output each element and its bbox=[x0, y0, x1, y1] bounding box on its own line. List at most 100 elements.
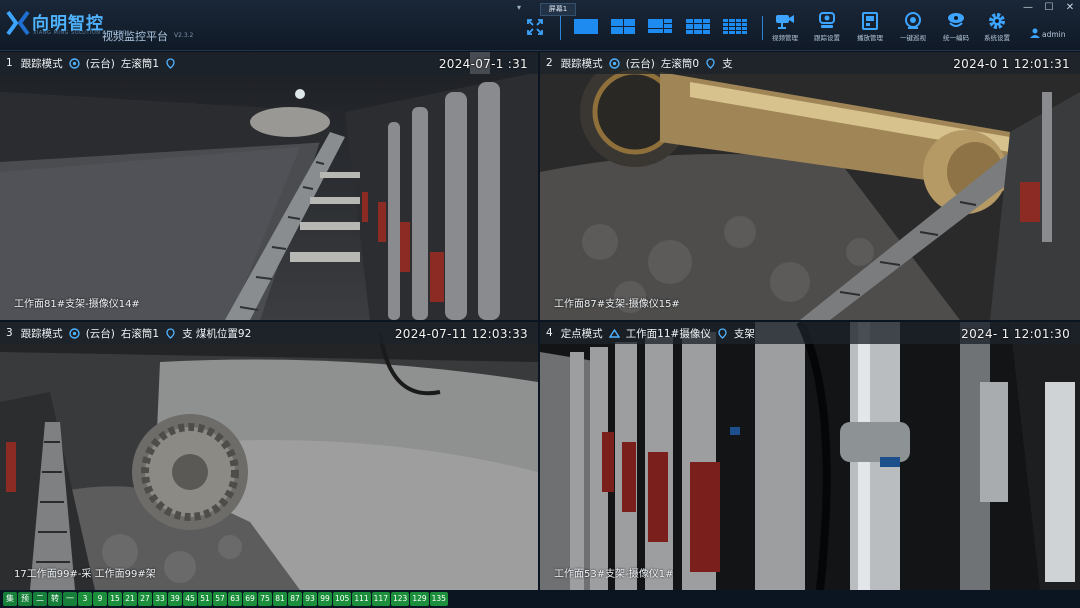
pane-number: 2 bbox=[546, 57, 553, 69]
pane-camera-name: 左滚筒0 bbox=[660, 57, 700, 70]
screen-dropdown[interactable]: ▾ bbox=[506, 2, 532, 14]
preset-chip[interactable]: 3 bbox=[78, 592, 92, 606]
pane-timestamp: 2024-0 1 12:01:31 bbox=[953, 57, 1070, 71]
preset-chip[interactable]: 27 bbox=[138, 592, 152, 606]
ptz-icon[interactable] bbox=[608, 57, 620, 69]
minimize-button[interactable]: — bbox=[1020, 2, 1036, 14]
maximize-button[interactable]: ☐ bbox=[1041, 2, 1057, 14]
layout-9-button[interactable] bbox=[686, 19, 710, 34]
layout-6-button[interactable] bbox=[648, 19, 672, 34]
tab-screen-1[interactable]: 屏幕1 bbox=[540, 3, 576, 16]
tracking-icon bbox=[819, 12, 835, 28]
preset-chip[interactable]: 81 bbox=[273, 592, 287, 606]
video-pane-3[interactable]: 3 跟踪模式 (云台) 右滚筒1 支 煤机位置92 2024-07-11 12:… bbox=[0, 322, 538, 590]
preset-chip[interactable]: 135 bbox=[429, 592, 448, 606]
preset-chip[interactable]: 15 bbox=[108, 592, 122, 606]
pane-ptz: (云台) bbox=[625, 57, 655, 70]
pane-number: 3 bbox=[6, 327, 13, 339]
pane-caption: 工作面87#支架-摄像仪15# bbox=[554, 299, 680, 310]
preset-chip[interactable]: 39 bbox=[168, 592, 182, 606]
tool-label: 统一编码 bbox=[943, 34, 969, 42]
preset-chip[interactable]: 111 bbox=[352, 592, 371, 606]
pane-timestamp: 2024-07-1 :31 bbox=[438, 57, 528, 71]
video-pane-1[interactable]: 1 跟踪模式 (云台) 左滚筒1 2024-07-1 :31 工作面81#支架-… bbox=[0, 52, 538, 320]
preset-chip[interactable]: 93 bbox=[303, 592, 317, 606]
pane-location: 支架 bbox=[733, 327, 755, 340]
preset-chip[interactable]: 51 bbox=[198, 592, 212, 606]
top-bar: 向明智控 XIANG MING SOLUTION CONTROL 视频监控平台 … bbox=[0, 0, 1080, 51]
version-label: V2.3.2 bbox=[174, 32, 194, 39]
pane-mode: 定点模式 bbox=[560, 327, 603, 340]
preset-chip[interactable]: 45 bbox=[183, 592, 197, 606]
current-user[interactable]: admin bbox=[1042, 30, 1066, 39]
pane-location: 支 bbox=[722, 57, 733, 70]
pane-ptz: (云台) bbox=[85, 57, 115, 70]
location-pin-icon bbox=[166, 327, 175, 339]
video-feed bbox=[540, 52, 1080, 320]
playback-manage-button[interactable]: 播放管理 bbox=[853, 12, 887, 46]
pane-camera-name: 工作面11#摄像仪 bbox=[625, 327, 711, 340]
pane-timestamp: 2024-07-11 12:03:33 bbox=[394, 327, 528, 341]
preset-chip[interactable]: 69 bbox=[243, 592, 257, 606]
pane-caption: 工作面53#支架-摄像仪1# bbox=[554, 569, 674, 580]
layout-4-button[interactable] bbox=[611, 19, 635, 34]
preset-chip[interactable]: 87 bbox=[288, 592, 302, 606]
pane-camera-name: 左滚筒1 bbox=[120, 57, 160, 70]
video-pane-4[interactable]: 4 定点模式 工作面11#摄像仪 支架 2024- 1 12:01:30 工作面… bbox=[540, 322, 1080, 590]
video-feed bbox=[0, 52, 538, 320]
pane-location: 支 煤机位置92 bbox=[182, 327, 252, 340]
fullscreen-icon[interactable] bbox=[526, 18, 544, 36]
ptz-icon[interactable] bbox=[68, 327, 80, 339]
preset-chip[interactable]: 转 bbox=[48, 592, 62, 606]
layout-16-button[interactable] bbox=[723, 19, 747, 34]
tool-label: 跟踪设置 bbox=[814, 34, 840, 42]
video-manage-button[interactable]: 视频管理 bbox=[768, 12, 802, 46]
preset-chip[interactable]: 集 bbox=[3, 592, 17, 606]
preset-chip[interactable]: 75 bbox=[258, 592, 272, 606]
video-feed bbox=[0, 322, 538, 590]
video-pane-2[interactable]: 2 跟踪模式 (云台) 左滚筒0 支 2024-0 1 12:01:31 工作面… bbox=[540, 52, 1080, 320]
playback-icon bbox=[862, 12, 878, 30]
layout-1-button[interactable] bbox=[574, 19, 598, 34]
pane-camera-name: 右滚筒1 bbox=[120, 327, 160, 340]
location-pin-icon bbox=[166, 57, 175, 69]
tool-label: 播放管理 bbox=[857, 34, 883, 42]
preset-chip[interactable]: 129 bbox=[410, 592, 429, 606]
one-key-patrol-button[interactable]: 一键巡视 bbox=[896, 12, 930, 46]
close-button[interactable]: ✕ bbox=[1062, 2, 1078, 14]
toolbar-divider bbox=[560, 16, 561, 40]
pane-ptz: (云台) bbox=[85, 327, 115, 340]
location-pin-icon bbox=[718, 327, 727, 339]
user-icon bbox=[1030, 28, 1040, 38]
tool-label: 视频管理 bbox=[772, 34, 798, 42]
preset-chip[interactable]: 二 bbox=[33, 592, 47, 606]
preset-chip[interactable]: 57 bbox=[213, 592, 227, 606]
preset-chip[interactable]: 123 bbox=[390, 592, 410, 606]
preset-chip[interactable]: 9 bbox=[93, 592, 107, 606]
logo-icon bbox=[6, 10, 30, 36]
pane-number: 1 bbox=[6, 57, 13, 69]
camera-icon bbox=[776, 15, 794, 29]
preset-chip[interactable]: 一 bbox=[63, 592, 77, 606]
toolbar-divider bbox=[762, 16, 763, 40]
preset-chip[interactable]: 33 bbox=[153, 592, 167, 606]
pane-number: 4 bbox=[546, 327, 553, 339]
pane-mode: 跟踪模式 bbox=[560, 57, 603, 70]
preset-chip-bar: 集预二转一 3 9 15 21 27 33 39 45 51 57 63 69 75 81 87 93 99 105… bbox=[0, 590, 1080, 608]
tool-label: 系统设置 bbox=[984, 34, 1010, 42]
encode-icon bbox=[948, 13, 964, 27]
patrol-icon bbox=[905, 12, 921, 29]
tracking-settings-button[interactable]: 跟踪设置 bbox=[810, 12, 844, 46]
preset-chip[interactable]: 105 bbox=[333, 592, 352, 606]
preset-chip[interactable]: 63 bbox=[228, 592, 242, 606]
platform-title: 视频监控平台 bbox=[102, 30, 168, 43]
tool-label: 一键巡视 bbox=[900, 34, 926, 42]
preset-chip[interactable]: 117 bbox=[371, 592, 390, 606]
preset-chip[interactable]: 预 bbox=[18, 592, 32, 606]
preset-chip[interactable]: 99 bbox=[318, 592, 332, 606]
unified-encode-button[interactable]: 统一编码 bbox=[939, 12, 973, 46]
system-settings-button[interactable]: 系统设置 bbox=[980, 12, 1014, 46]
preset-chip[interactable]: 21 bbox=[123, 592, 137, 606]
fixed-point-icon[interactable] bbox=[608, 328, 620, 339]
ptz-icon[interactable] bbox=[68, 57, 80, 69]
